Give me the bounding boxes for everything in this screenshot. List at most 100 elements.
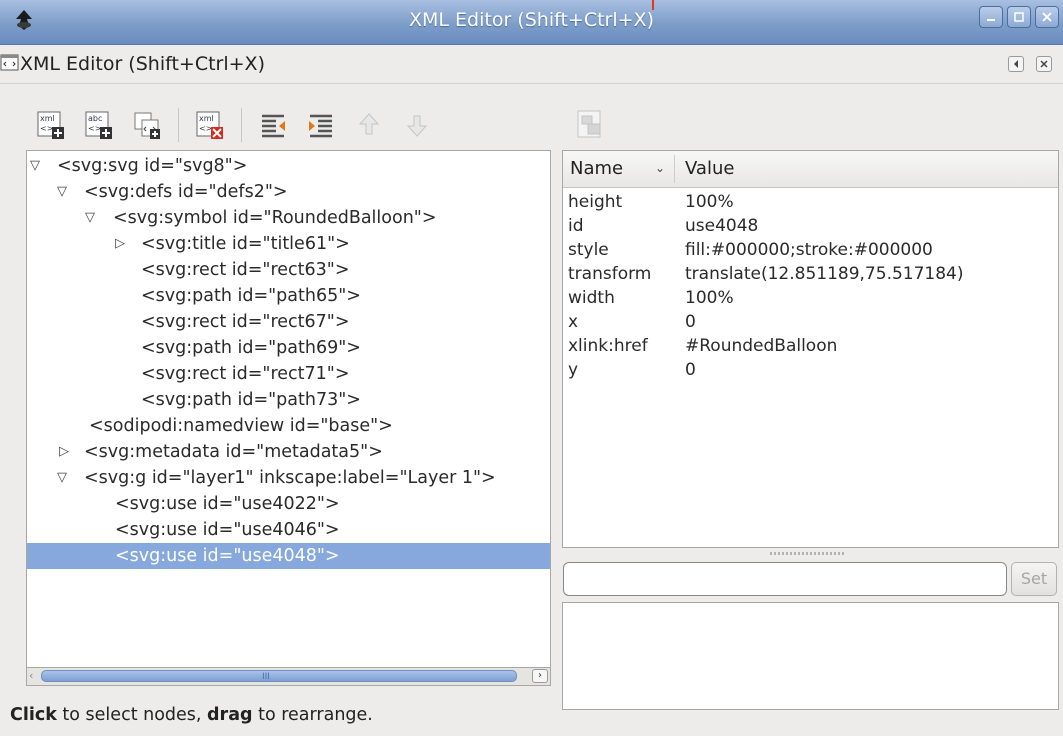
set-attribute-button[interactable]: Set [1011,562,1057,596]
svg-text:xml: xml [40,114,55,123]
window-titlebar[interactable]: XML Editor (Shift+Ctrl+X) [0,0,1063,45]
node-label: <svg:g id="layer1" inkscape:label="Layer… [84,468,496,488]
attribute-name: height [568,192,623,212]
svg-text:<>: <> [199,124,212,133]
scrollbar-thumb[interactable]: III [41,670,517,682]
duplicate-node-button[interactable] [130,108,164,142]
raise-node-icon [358,113,380,135]
delete-node-button[interactable]: xml <> [193,108,227,142]
minimize-icon [987,19,995,21]
attribute-name: x [568,312,579,332]
node-label: <svg:symbol id="RoundedBalloon"> [113,208,437,228]
status-hint: Click to select nodes, drag to rearrange… [10,705,373,725]
pane-splitter-handle[interactable] [770,552,844,555]
attribute-value: #RoundedBalloon [685,336,838,356]
new-element-node-button[interactable]: xml <> [34,108,68,142]
column-header-name[interactable]: Name [570,158,623,179]
node-label: <svg:title id="title61"> [141,234,350,254]
delete-attribute-icon[interactable] [574,108,606,140]
attribute-value-input[interactable] [563,562,1007,596]
unindent-node-icon [262,114,285,138]
dock-header: XML Editor (Shift+Ctrl+X) [0,45,1063,84]
scroll-left-icon[interactable]: ‹ [29,670,39,682]
lower-node-icon [406,115,428,137]
status-click-word: Click [10,705,57,725]
attribute-name: y [568,360,579,380]
column-header-value[interactable]: Value [685,158,734,179]
attribute-value: 100% [685,192,734,212]
dock-close-button[interactable] [1036,56,1052,72]
tree-node-selected[interactable]: <svg:use id="use4048"> [27,543,550,569]
scrollbar-grip: III [262,672,270,682]
attribute-name: xlink:href [568,336,648,356]
node-label: <svg:svg id="svg8"> [57,156,248,176]
maximize-button[interactable] [1007,6,1031,28]
close-window-button[interactable] [1035,6,1059,28]
scroll-right-button[interactable]: › [532,669,548,683]
node-label: <svg:use id="use4022"> [115,494,340,514]
attribute-value-textarea[interactable] [562,602,1059,710]
indent-node-button[interactable] [304,108,338,142]
svg-text:xml: xml [199,114,214,123]
expand-triangle-icon[interactable]: ▽ [57,179,67,205]
status-drag-word: drag [207,705,253,725]
node-label: <svg:path id="path69"> [141,338,361,358]
status-text-end: to rearrange. [252,705,373,725]
attribute-name: style [568,240,609,260]
node-label: <svg:rect id="rect67"> [141,312,350,332]
dock-collapse-button[interactable] [1008,56,1024,72]
svg-text:<>: <> [40,124,53,133]
maximize-icon [1014,12,1024,22]
attribute-value: 100% [685,288,734,308]
attribute-name: width [568,288,615,308]
xml-editor-icon [0,54,19,71]
collapsed-triangle-icon[interactable]: ▷ [115,231,125,257]
node-label: <svg:path id="path65"> [141,286,361,306]
node-label: <svg:use id="use4046"> [115,520,340,540]
new-text-node-icon: abc <> [85,111,112,139]
raise-node-button[interactable] [352,108,386,142]
attribute-value: use4048 [685,216,759,236]
toolbar-separator [241,108,242,142]
indent-node-icon [309,114,332,138]
dock-title: XML Editor (Shift+Ctrl+X) [20,53,265,75]
attribute-value: 0 [685,360,696,380]
status-text: to select nodes, [56,705,208,725]
window-title: XML Editor (Shift+Ctrl+X) [409,9,654,31]
close-icon [1040,60,1048,68]
sort-chevron-down-icon[interactable]: ⌄ [655,161,665,175]
svg-text:<>: <> [88,124,101,133]
close-icon [1042,12,1052,22]
title-marker [652,0,654,10]
lower-node-button[interactable] [400,108,434,142]
node-label: <svg:path id="path73"> [141,390,361,410]
unindent-node-button[interactable] [256,108,290,142]
node-toolbar: xml <> abc <> xml <> [34,100,448,150]
column-separator [674,155,675,183]
node-label: <svg:rect id="rect63"> [141,260,350,280]
node-label: <svg:metadata id="metadata5"> [84,442,383,462]
new-element-node-icon: xml <> [37,111,64,139]
node-label: <svg:use id="use4048"> [115,546,340,566]
node-label: <svg:defs id="defs2"> [84,182,288,202]
toolbar-separator [178,108,179,142]
attributes-table[interactable]: Name ⌄ Value height 100% id use4048 style f… [562,150,1059,548]
tree-horizontal-scrollbar[interactable]: ‹ III › [26,668,551,686]
collapsed-triangle-icon[interactable]: ▷ [59,439,69,465]
duplicate-node-icon [134,112,160,139]
svg-text:abc: abc [88,114,102,123]
new-text-node-button[interactable]: abc <> [82,108,116,142]
attribute-name: id [568,216,584,236]
node-label: <sodipodi:namedview id="base"> [89,416,393,436]
attributes-header: Name ⌄ Value [563,151,1058,188]
xml-node-tree[interactable]: ▽ <svg:svg id="svg8"> ▽ <svg:defs id="de… [26,150,551,668]
minimize-button[interactable] [979,6,1003,28]
expand-triangle-icon[interactable]: ▽ [85,205,95,231]
attribute-value: translate(12.851189,75.517184) [685,264,964,284]
expand-triangle-icon[interactable]: ▽ [30,153,40,179]
attribute-name: transform [568,264,652,284]
expand-triangle-icon[interactable]: ▽ [57,465,67,491]
attribute-value: fill:#000000;stroke:#000000 [685,240,933,260]
delete-node-icon: xml <> [196,111,223,139]
collapse-icon [1014,60,1018,68]
